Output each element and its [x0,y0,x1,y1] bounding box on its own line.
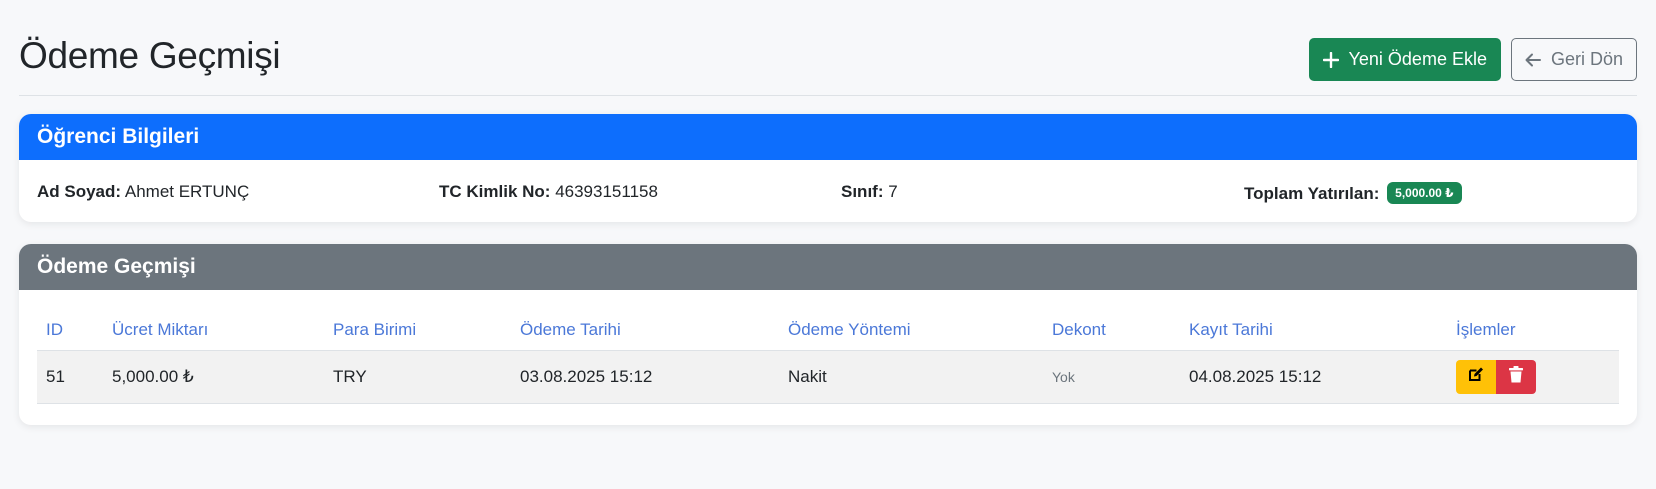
student-info-card: Öğrenci Bilgileri Ad Soyad: Ahmet ERTUNÇ… [19,114,1637,222]
edit-icon [1468,366,1484,387]
col-header-currency: Para Birimi [324,308,511,351]
add-payment-label: Yeni Ödeme Ekle [1348,49,1487,69]
back-label: Geri Dön [1550,49,1623,69]
student-class-label: Sınıf: [841,182,884,201]
trash-icon [1509,365,1523,388]
col-header-payment-date: Ödeme Tarihi [511,308,779,351]
col-header-method: Ödeme Yöntemi [779,308,1043,351]
col-header-record-date: Kayıt Tarihi [1180,308,1447,351]
cell-receipt: Yok [1043,350,1180,404]
col-header-actions: İşlemler [1447,308,1619,351]
col-header-id: ID [37,308,103,351]
student-tc-label: TC Kimlik No: [439,182,551,201]
cell-method: Nakit [779,350,1043,404]
row-action-group [1456,359,1536,394]
student-total: Toplam Yatırılan: 5,000.00 ₺ [1244,182,1462,204]
history-card-header: Ödeme Geçmişi [19,244,1637,290]
total-amount-badge: 5,000.00 ₺ [1387,182,1462,204]
add-payment-button[interactable]: Yeni Ödeme Ekle [1308,38,1501,81]
history-table-wrap: ID Ücret Miktarı Para Birimi Ödeme Tarih… [37,308,1619,404]
delete-button[interactable] [1496,359,1536,394]
page-title: Ödeme Geçmişi [19,35,281,76]
student-name-value: Ahmet ERTUNÇ [124,182,250,201]
table-row: 51 5,000.00 ₺ TRY 03.08.2025 15:12 Nakit… [37,350,1619,404]
cell-actions [1447,350,1619,404]
table-header-row: ID Ücret Miktarı Para Birimi Ödeme Tarih… [37,308,1619,351]
arrow-left-icon [1525,53,1541,67]
cell-id: 51 [37,350,103,404]
student-card-header: Öğrenci Bilgileri [19,114,1637,160]
cell-amount: 5,000.00 ₺ [103,350,324,404]
back-button[interactable]: Geri Dön [1510,38,1637,81]
student-name-label: Ad Soyad: [37,182,122,201]
student-tc: TC Kimlik No: 46393151158 [439,182,658,202]
payment-history-table: ID Ücret Miktarı Para Birimi Ödeme Tarih… [37,308,1619,404]
header-actions: Yeni Ödeme Ekle Geri Dön [1308,38,1637,81]
cell-currency: TRY [324,350,511,404]
student-info-row: Ad Soyad: Ahmet ERTUNÇ TC Kimlik No: 463… [19,160,1637,222]
student-class-value: 7 [888,182,898,201]
student-class: Sınıf: 7 [841,182,898,202]
student-name: Ad Soyad: Ahmet ERTUNÇ [37,182,249,202]
student-tc-value: 46393151158 [555,182,658,201]
page-header: Ödeme Geçmişi Yeni Ödeme Ekle Geri Dön [19,0,1637,96]
edit-button[interactable] [1456,359,1496,394]
col-header-receipt: Dekont [1043,308,1180,351]
student-total-label: Toplam Yatırılan: [1244,184,1380,203]
cell-record-date: 04.08.2025 15:12 [1180,350,1447,404]
cell-payment-date: 03.08.2025 15:12 [511,350,779,404]
plus-icon [1322,51,1339,68]
page-container: Ödeme Geçmişi Yeni Ödeme Ekle Geri Dön Ö… [19,0,1637,425]
payment-history-card: Ödeme Geçmişi ID Ücret Miktarı Para Biri… [19,244,1637,425]
col-header-amount: Ücret Miktarı [103,308,324,351]
